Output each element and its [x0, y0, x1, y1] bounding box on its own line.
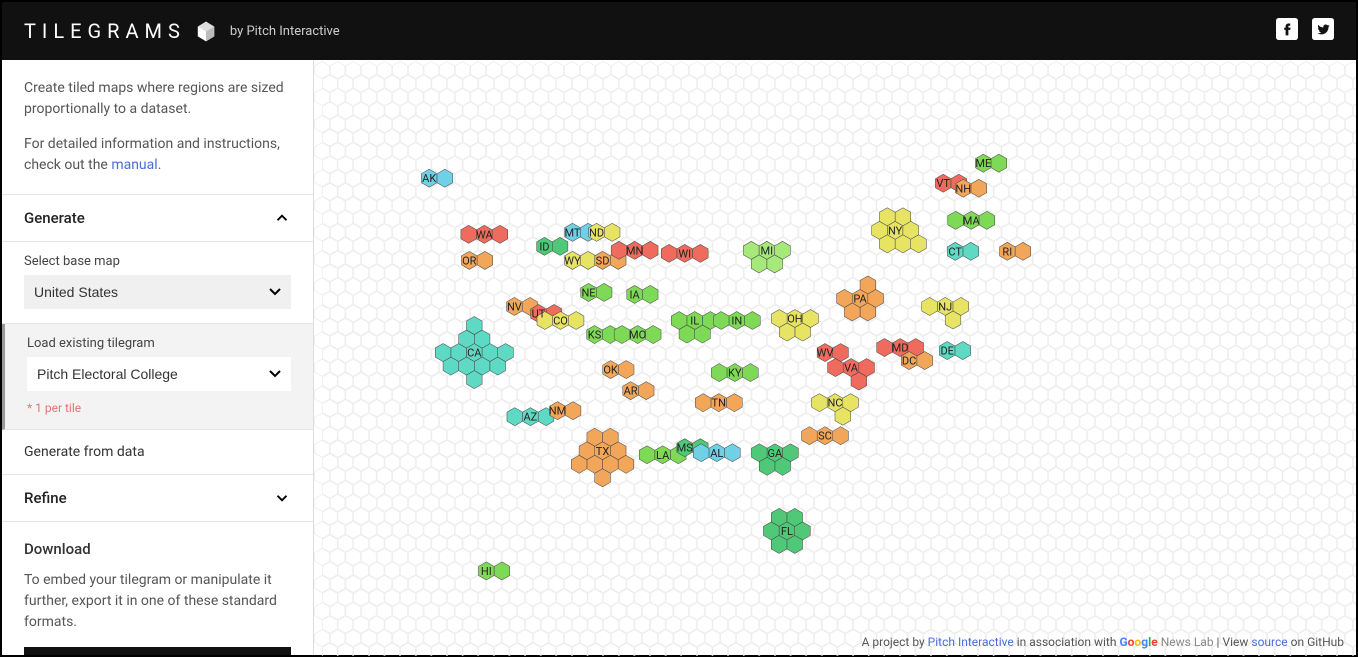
svg-text:FL: FL [781, 525, 793, 538]
svg-text:OH: OH [787, 313, 802, 326]
svg-text:UT: UT [532, 307, 546, 320]
svg-text:TX: TX [596, 445, 610, 458]
svg-text:SC: SC [818, 430, 832, 443]
facebook-link[interactable] [1276, 18, 1298, 44]
brand: TILEGRAMS by Pitch Interactive [24, 19, 340, 43]
section-generate-toggle[interactable]: Generate [2, 195, 313, 242]
svg-text:AZ: AZ [524, 411, 538, 424]
svg-text:IL: IL [690, 315, 699, 328]
svg-text:CO: CO [553, 315, 568, 328]
svg-text:DE: DE [940, 345, 954, 358]
svg-text:MT: MT [564, 226, 580, 239]
svg-text:NJ: NJ [938, 300, 952, 313]
svg-text:IA: IA [629, 288, 640, 301]
download-topojson-button[interactable]: TopoJSON [24, 647, 291, 655]
svg-text:OR: OR [462, 254, 477, 267]
generate-from-data[interactable]: Generate from data [2, 430, 313, 475]
svg-text:KY: KY [728, 367, 742, 380]
basemap-label: Select base map [24, 254, 291, 269]
section-generate-title: Generate [24, 209, 85, 227]
svg-text:AK: AK [422, 172, 436, 185]
intro-line2: For detailed information and instruction… [24, 134, 291, 176]
footer-credits: A project by Pitch Interactive in associ… [862, 635, 1344, 649]
hex-cube-icon [196, 20, 216, 43]
download-block: Download To embed your tilegram or manip… [2, 522, 313, 655]
svg-text:MO: MO [629, 329, 646, 342]
svg-text:ND: ND [589, 226, 604, 239]
source-link[interactable]: source [1251, 635, 1287, 649]
svg-text:MA: MA [963, 214, 981, 227]
download-desc: To embed your tilegram or manipulate it … [24, 570, 291, 633]
app-title: TILEGRAMS [24, 19, 186, 43]
generate-basemap-block: Select base map United States [2, 242, 313, 324]
chevron-down-icon [273, 489, 291, 507]
svg-text:NH: NH [955, 182, 971, 195]
intro-line1: Create tiled maps where regions are size… [24, 78, 291, 120]
svg-text:IN: IN [731, 315, 742, 328]
svg-text:ME: ME [975, 157, 991, 170]
section-download-title: Download [24, 540, 291, 558]
section-refine-toggle[interactable]: Refine [2, 475, 313, 522]
app-header: TILEGRAMS by Pitch Interactive [2, 2, 1356, 60]
svg-text:NM: NM [549, 405, 566, 418]
svg-text:VT: VT [936, 177, 950, 190]
svg-text:RI: RI [1002, 245, 1012, 258]
section-refine-title: Refine [24, 489, 67, 507]
svg-text:PA: PA [853, 292, 867, 305]
load-label: Load existing tilegram [27, 336, 291, 351]
brand-byline: by Pitch Interactive [230, 24, 340, 39]
svg-text:VA: VA [844, 362, 859, 375]
svg-text:CA: CA [467, 347, 482, 360]
basemap-select[interactable]: United States [24, 275, 291, 309]
pitch-link[interactable]: Pitch Interactive [928, 635, 1014, 649]
svg-text:OK: OK [603, 364, 618, 377]
svg-text:HI: HI [481, 565, 492, 578]
facebook-icon [1276, 18, 1298, 40]
svg-text:MD: MD [892, 342, 909, 355]
svg-text:ID: ID [539, 240, 549, 253]
svg-text:SD: SD [596, 254, 610, 267]
twitter-icon [1312, 18, 1334, 40]
load-tilegram-select[interactable]: Pitch Electoral College [27, 357, 291, 391]
svg-text:NY: NY [888, 224, 903, 237]
intro-block: Create tiled maps where regions are size… [2, 60, 313, 195]
map-canvas[interactable]: AK WA OR ID MT ND WY SD MN WI MI NY VT NH ME MA CT RI NV UT… [314, 60, 1356, 655]
svg-text:DC: DC [902, 355, 916, 368]
per-tile-note: * 1 per tile [27, 401, 291, 415]
svg-text:CT: CT [948, 245, 962, 258]
svg-text:MI: MI [761, 244, 774, 257]
manual-link[interactable]: manual [111, 157, 157, 173]
svg-text:WV: WV [817, 347, 834, 360]
svg-text:LA: LA [656, 449, 670, 462]
sidebar: Create tiled maps where regions are size… [2, 60, 314, 655]
svg-text:AR: AR [624, 385, 638, 398]
svg-text:AL: AL [710, 447, 723, 460]
svg-text:NV: NV [507, 300, 522, 313]
svg-text:WA: WA [476, 228, 494, 241]
twitter-link[interactable] [1312, 18, 1334, 44]
svg-text:WI: WI [678, 247, 691, 260]
tilegram-svg: AK WA OR ID MT ND WY SD MN WI MI NY VT NH ME MA CT RI NV UT… [314, 60, 1356, 656]
svg-text:NE: NE [581, 286, 595, 299]
svg-text:MS: MS [677, 442, 694, 455]
svg-text:TN: TN [712, 397, 726, 410]
svg-text:GA: GA [768, 447, 784, 460]
svg-text:NC: NC [827, 397, 842, 410]
svg-text:MN: MN [626, 244, 643, 257]
svg-text:KS: KS [588, 329, 602, 342]
svg-text:WY: WY [564, 254, 581, 267]
chevron-up-icon [273, 209, 291, 227]
generate-load-block: Load existing tilegram Pitch Electoral C… [2, 324, 313, 430]
